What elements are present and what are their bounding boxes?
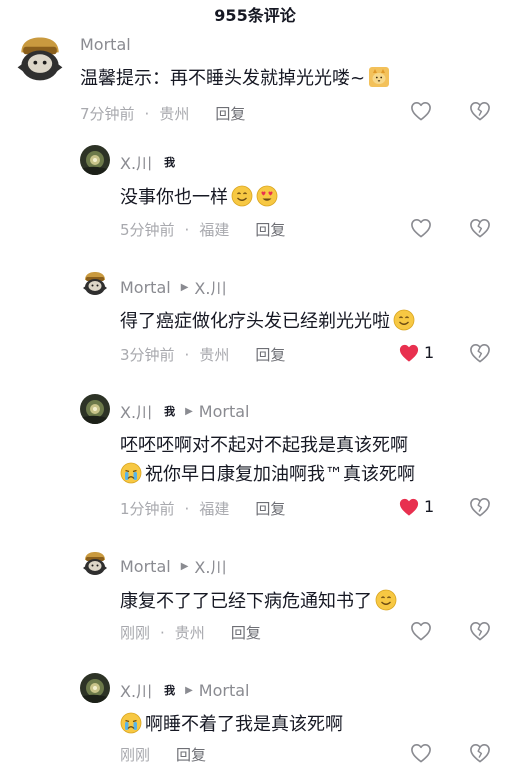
crying-emoji-icon	[120, 712, 142, 734]
author-name[interactable]: Mortal	[120, 557, 171, 576]
comment-meta: 5分钟前 · 福建 回复	[120, 219, 285, 240]
me-badge: 我	[164, 405, 176, 418]
comment-text: 啊睡不着了我是真该死啊	[120, 710, 343, 736]
comment-time: 1分钟前	[120, 500, 175, 518]
broken-heart-icon[interactable]	[469, 343, 491, 363]
comment-text: 没事你也一样	[120, 183, 278, 209]
heart-outline-icon[interactable]	[410, 743, 432, 763]
broken-heart-icon[interactable]	[469, 218, 491, 238]
crying-emoji-icon	[120, 462, 142, 484]
broken-heart-icon[interactable]	[469, 743, 491, 763]
heart-outline-icon[interactable]	[410, 621, 432, 641]
heart-filled-icon[interactable]	[398, 497, 420, 517]
meta-separator: ·	[160, 623, 165, 642]
avatar[interactable]	[80, 673, 110, 703]
heart-outline-icon[interactable]	[410, 218, 432, 238]
smile-emoji-icon	[375, 589, 397, 611]
comment-location: 贵州	[159, 105, 190, 123]
meta-separator: ·	[184, 220, 190, 239]
comment-time: 3分钟前	[120, 346, 175, 364]
author-name[interactable]: X.川	[120, 150, 152, 174]
meta-separator: ·	[184, 345, 190, 364]
comment-meta: 1分钟前 · 福建 回复	[120, 498, 285, 519]
comment-author[interactable]: X.川 我 ▶ Mortal	[120, 678, 249, 702]
broken-heart-icon[interactable]	[469, 621, 491, 641]
avatar[interactable]	[80, 548, 110, 578]
like-count: 1	[424, 497, 435, 516]
reply-button[interactable]: 回复	[231, 622, 261, 643]
cat-emoji-icon	[368, 66, 390, 88]
reply-to-name[interactable]: Mortal	[199, 402, 250, 421]
avatar[interactable]	[80, 268, 110, 298]
reply-arrow-icon: ▶	[185, 405, 193, 417]
reply-to-name[interactable]: X.川	[194, 554, 226, 578]
smile-emoji-icon	[393, 309, 415, 331]
comment-text: 温馨提示：再不睡头发就掉光光喽~	[80, 64, 390, 90]
meta-separator: ·	[144, 104, 150, 123]
broken-heart-icon[interactable]	[469, 497, 491, 517]
meta-separator: ·	[184, 499, 190, 518]
comment-time: 7分钟前	[80, 105, 135, 123]
author-name[interactable]: X.川	[120, 399, 152, 423]
comment-count-title: 955条评论	[214, 6, 296, 25]
comment-author[interactable]: Mortal	[80, 35, 131, 54]
reply-button[interactable]: 回复	[255, 498, 285, 519]
author-name[interactable]: Mortal	[80, 35, 131, 54]
comment-meta: 刚刚 · 贵州 回复	[120, 622, 261, 643]
comment-location: 贵州	[199, 346, 230, 364]
reply-arrow-icon: ▶	[180, 560, 189, 572]
comment-time: 5分钟前	[120, 221, 175, 239]
comment-author[interactable]: X.川 我	[120, 150, 175, 174]
reply-to-name[interactable]: X.川	[194, 275, 226, 299]
broken-heart-icon[interactable]	[469, 101, 491, 121]
comment-author[interactable]: Mortal ▶ X.川	[120, 554, 226, 578]
comment-author[interactable]: Mortal ▶ X.川	[120, 275, 226, 299]
comment-text: 康复不了了已经下病危通知书了	[120, 587, 397, 613]
comment-text-line-2: 祝你早日康复加油啊我™真该死啊	[120, 460, 415, 486]
avatar[interactable]	[80, 145, 110, 175]
comment-author[interactable]: X.川 我 ▶ Mortal	[120, 399, 249, 423]
smile-emoji-icon	[231, 185, 253, 207]
comment-text: 得了癌症做化疗头发已经剃光光啦	[120, 307, 415, 333]
reply-to-name[interactable]: Mortal	[199, 681, 250, 700]
reply-button[interactable]: 回复	[255, 219, 285, 240]
heart-outline-icon[interactable]	[410, 101, 432, 121]
comment-meta: 3分钟前 · 贵州 回复	[120, 344, 285, 365]
me-badge: 我	[164, 156, 176, 169]
comment-text-line-1: 呸呸呸啊对不起对不起我是真该死啊	[120, 435, 408, 456]
author-name[interactable]: Mortal	[120, 278, 171, 297]
reply-button[interactable]: 回复	[215, 103, 245, 124]
heart-eyes-emoji-icon	[256, 185, 278, 207]
reply-arrow-icon: ▶	[180, 281, 189, 293]
comment-time: 刚刚	[120, 624, 151, 642]
author-name[interactable]: X.川	[120, 678, 152, 702]
comment-time: 刚刚	[120, 746, 151, 764]
heart-filled-icon[interactable]	[398, 343, 420, 363]
me-badge: 我	[164, 684, 176, 697]
reply-arrow-icon: ▶	[185, 684, 193, 696]
comment-meta: 刚刚 回复	[120, 744, 206, 765]
comment-meta: 7分钟前 · 贵州 回复	[80, 103, 245, 124]
like-count: 1	[424, 343, 435, 362]
avatar[interactable]	[80, 394, 110, 424]
reply-button[interactable]: 回复	[255, 344, 285, 365]
comment-location: 福建	[199, 221, 230, 239]
avatar[interactable]	[12, 30, 68, 86]
comment-location: 福建	[199, 500, 230, 518]
comment-location: 贵州	[174, 624, 205, 642]
reply-button[interactable]: 回复	[176, 744, 206, 765]
